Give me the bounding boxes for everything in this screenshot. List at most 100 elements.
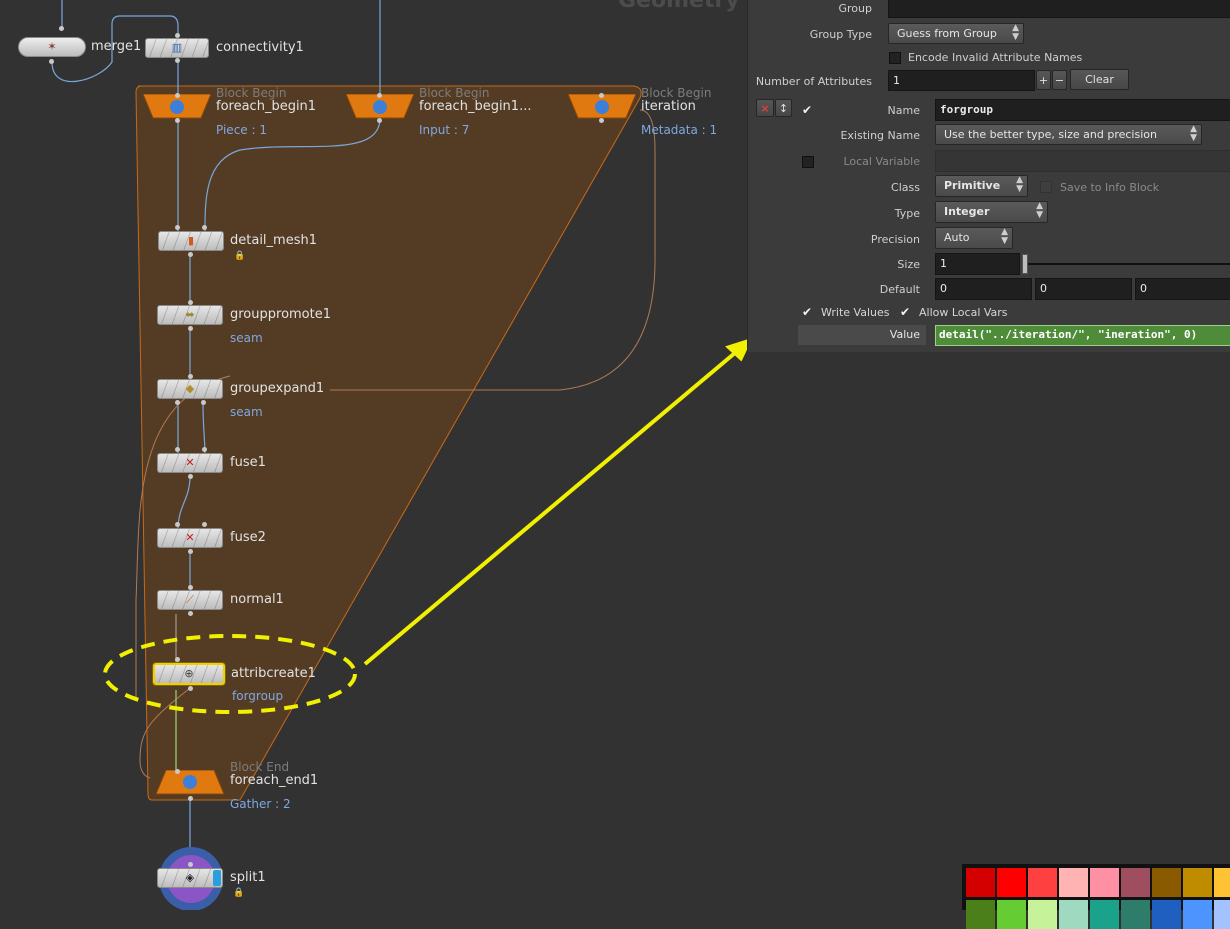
node-sub: seam	[230, 405, 263, 419]
precision-value: Auto	[944, 231, 970, 244]
num-attributes-field[interactable]: 1	[888, 70, 1035, 91]
node-label: foreach_begin1...	[419, 99, 532, 114]
write-values-checkmark-icon[interactable]: ✔	[802, 306, 812, 318]
merge-icon: ✶	[47, 40, 57, 53]
merge-node-body[interactable]: ✶	[18, 37, 86, 57]
name-label: Name	[887, 104, 920, 117]
size-field[interactable]: 1	[935, 253, 1020, 275]
node-body[interactable]: ◆	[157, 379, 223, 399]
color-swatch[interactable]	[1059, 868, 1088, 897]
precision-label: Precision	[870, 233, 920, 246]
node-label: fuse1	[230, 455, 266, 470]
updown-arrow-icon: ▲ ▼	[1036, 201, 1043, 220]
color-swatch[interactable]	[997, 900, 1026, 929]
node-body[interactable]: ⊕	[153, 663, 225, 685]
color-swatch[interactable]	[1121, 900, 1150, 929]
node-label: grouppromote1	[230, 307, 332, 322]
size-slider-handle[interactable]	[1022, 254, 1028, 274]
type-value: Integer	[944, 205, 990, 218]
node-body[interactable]: ✕	[157, 528, 223, 548]
node-label: foreach_begin1	[216, 99, 317, 114]
connectivity-icon: ▥	[171, 41, 183, 54]
size-slider-track[interactable]	[1026, 263, 1230, 265]
color-swatch[interactable]	[1183, 868, 1212, 897]
save-info-label: Save to Info Block	[1060, 181, 1160, 194]
node-body[interactable]: ⬌	[157, 305, 223, 325]
node-label: detail_mesh1	[230, 233, 317, 248]
node-body[interactable]: ✕	[157, 453, 223, 473]
node-body[interactable]: ▮	[158, 231, 224, 251]
type-label: Type	[894, 207, 920, 220]
color-swatch[interactable]	[1152, 868, 1181, 897]
color-swatch[interactable]	[1028, 900, 1057, 929]
color-swatch[interactable]	[1183, 900, 1212, 929]
color-swatch[interactable]	[997, 868, 1026, 897]
color-swatch[interactable]	[1090, 868, 1119, 897]
node-label: merge1	[91, 39, 142, 54]
remove-attribute-button[interactable]: −	[1052, 70, 1067, 90]
node-header: Block End	[230, 760, 290, 774]
color-swatch[interactable]	[966, 868, 995, 897]
group-type-label: Group Type	[809, 28, 872, 41]
updown-arrow-icon: ▲ ▼	[1001, 227, 1008, 246]
type-dropdown[interactable]: Integer ▲ ▼	[935, 201, 1048, 223]
foreach-block-region	[135, 85, 642, 801]
group-field[interactable]	[888, 0, 1230, 18]
color-swatch[interactable]	[1214, 900, 1230, 929]
node-body[interactable]: ⟋	[157, 590, 223, 610]
node-header: Block Begin	[419, 86, 490, 100]
lock-icon[interactable]: 🔒	[233, 888, 244, 898]
add-attribute-button[interactable]: +	[1036, 70, 1051, 90]
color-swatch[interactable]	[1214, 868, 1230, 897]
default-field-1[interactable]: 0	[935, 278, 1032, 300]
value-label: Value	[798, 325, 926, 345]
color-swatch[interactable]	[1152, 900, 1181, 929]
precision-dropdown[interactable]: Auto ▲ ▼	[935, 227, 1013, 249]
name-field[interactable]: forgroup	[935, 99, 1230, 121]
color-swatch[interactable]	[1121, 868, 1150, 897]
size-label: Size	[897, 258, 920, 271]
num-attributes-label: Number of Attributes	[755, 75, 872, 88]
existing-name-label: Existing Name	[840, 129, 920, 142]
node-sub: Input : 7	[419, 123, 470, 137]
default-label: Default	[879, 283, 920, 296]
color-swatch[interactable]	[1059, 900, 1088, 929]
color-swatch[interactable]	[966, 900, 995, 929]
clear-button[interactable]: Clear	[1070, 69, 1129, 90]
group-type-dropdown[interactable]: Guess from Group ▲ ▼	[888, 23, 1024, 44]
grouppromote-icon: ⬌	[185, 308, 195, 321]
class-dropdown[interactable]: Primitive ▲ ▼	[935, 175, 1028, 197]
color-swatch[interactable]	[1028, 868, 1057, 897]
normal-icon: ⟋	[186, 593, 194, 606]
node-label: foreach_end1	[230, 773, 319, 788]
value-expression-field[interactable]: detail("../iteration/", "ineration", 0)	[935, 325, 1230, 346]
allow-local-vars-checkmark-icon[interactable]: ✔	[900, 306, 910, 318]
split-icon: ◈	[185, 871, 195, 884]
node-label: normal1	[230, 592, 284, 607]
node-sub: Gather : 2	[230, 797, 291, 811]
connectivity-node-body[interactable]: ▥	[145, 38, 209, 58]
default-field-2[interactable]: 0	[1035, 278, 1132, 300]
display-flag[interactable]	[213, 870, 221, 886]
existing-name-dropdown[interactable]: Use the better type, size and precision ▲…	[935, 124, 1202, 145]
fuse-icon: ✕	[185, 456, 195, 469]
node-label: split1	[230, 870, 266, 885]
block-end-icon	[156, 770, 224, 795]
class-value: Primitive	[944, 179, 1001, 192]
node-sub: Piece : 1	[216, 123, 267, 137]
node-label: iteration	[641, 99, 696, 114]
color-swatch[interactable]	[1090, 900, 1119, 929]
updown-arrow-icon: ▲ ▼	[1016, 175, 1023, 194]
color-palette	[962, 864, 1230, 929]
groupexpand-icon: ◆	[185, 382, 195, 395]
default-field-3[interactable]: 0	[1135, 278, 1230, 300]
node-body[interactable]: ◈	[157, 868, 223, 888]
node-sub: forgroup	[232, 689, 284, 703]
save-info-checkbox[interactable]	[1040, 181, 1052, 193]
lock-icon[interactable]: 🔒	[234, 251, 245, 261]
local-variable-field[interactable]	[935, 150, 1230, 172]
write-values-label: Write Values	[821, 306, 890, 319]
encode-checkbox[interactable]	[889, 52, 901, 64]
class-label: Class	[891, 181, 920, 194]
encode-label: Encode Invalid Attribute Names	[908, 51, 1083, 64]
